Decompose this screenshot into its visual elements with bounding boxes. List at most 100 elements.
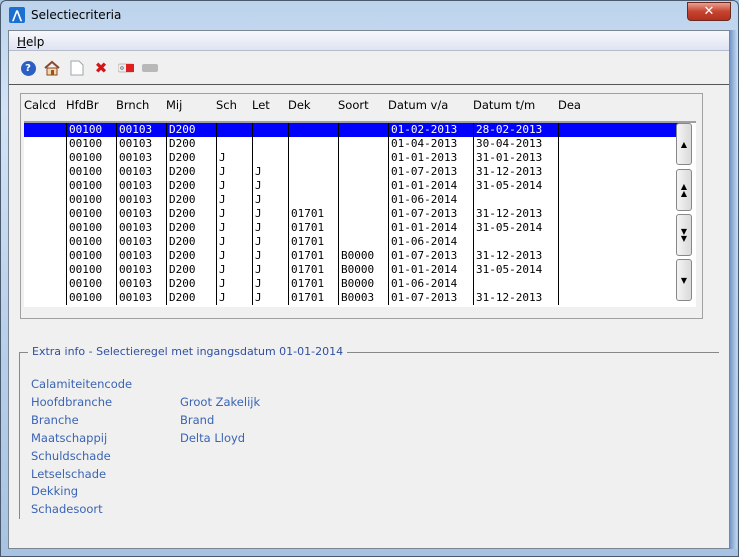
table-cell: J xyxy=(252,263,288,277)
column-header[interactable]: Datum t/m xyxy=(473,98,535,112)
table-cell xyxy=(24,151,66,165)
table-cell: 00103 xyxy=(116,207,166,221)
column-header[interactable]: Brnch xyxy=(116,98,149,112)
table-cell: 00100 xyxy=(66,207,116,221)
table-cell xyxy=(24,137,66,151)
table-row[interactable]: 00100 00103 D200 J J 01-06-2014 xyxy=(24,193,680,207)
table-cell: D200 xyxy=(166,179,216,193)
table-cell: 00100 xyxy=(66,249,116,263)
table-cell: 00100 xyxy=(66,137,116,151)
table-cell: 01701 xyxy=(288,263,338,277)
table-cell: D200 xyxy=(166,291,216,305)
column-header[interactable]: Calcd xyxy=(24,98,56,112)
table-cell xyxy=(252,151,288,165)
table-cell: 01-01-2014 xyxy=(388,179,473,193)
table-cell: J xyxy=(216,277,252,291)
close-button[interactable]: ✕ xyxy=(687,2,731,21)
table-row[interactable]: 00100 00103 D200 J J 01-01-2014 31-05-2014 xyxy=(24,179,680,193)
table-cell xyxy=(252,137,288,151)
table-cell xyxy=(24,235,66,249)
table-cell xyxy=(288,193,338,207)
column-header[interactable]: Let xyxy=(252,98,270,112)
table-row[interactable]: 00100 00103 D200 J J 01701 B0003 01-07-2013 31-1… xyxy=(24,291,680,305)
table-row[interactable]: 00100 00103 D200 J J 01701 01-07-2013 31-12-201… xyxy=(24,207,680,221)
table-cell: 31-12-2013 xyxy=(473,291,558,305)
table-cell xyxy=(558,235,680,249)
table-cell: 00103 xyxy=(116,249,166,263)
table-cell xyxy=(24,207,66,221)
table-cell: 01-01-2014 xyxy=(388,263,473,277)
table-cell xyxy=(216,123,252,137)
table-cell: 00100 xyxy=(66,221,116,235)
column-header[interactable]: HfdBr xyxy=(66,98,99,112)
table-cell xyxy=(558,165,680,179)
table-cell: J xyxy=(252,235,288,249)
column-header[interactable]: Datum v/a xyxy=(388,98,448,112)
table-row[interactable]: 00100 00103 D200 J J 01701 B0000 01-01-2014 31-0… xyxy=(24,263,680,277)
table-cell xyxy=(24,277,66,291)
page-down-button[interactable]: ▼ ▼ xyxy=(676,214,692,256)
table-cell xyxy=(338,165,388,179)
table-cell: 00100 xyxy=(66,151,116,165)
table-row[interactable]: 00100 00103 D200 J J 01701 B0000 01-06-2014 xyxy=(24,277,680,291)
table-cell: 01-06-2014 xyxy=(388,235,473,249)
column-header[interactable]: Dea xyxy=(558,98,581,112)
column-header[interactable]: Dek xyxy=(288,98,311,112)
table-row[interactable]: 00100 00103 D200 J J 01701 01-06-2014 xyxy=(24,235,680,249)
table-cell: 01701 xyxy=(288,277,338,291)
column-header[interactable]: Sch xyxy=(216,98,237,112)
table-cell: D200 xyxy=(166,235,216,249)
table-cell: 00100 xyxy=(66,277,116,291)
table-cell: J xyxy=(252,277,288,291)
column-header[interactable]: Soort xyxy=(338,98,369,112)
table-cell: 00100 xyxy=(66,235,116,249)
table-cell: J xyxy=(252,207,288,221)
column-header[interactable]: Mij xyxy=(166,98,182,112)
menu-help[interactable]: Help xyxy=(17,35,44,49)
table-row[interactable]: 00100 00103 D200 J J 01701 01-01-2014 31-05-201… xyxy=(24,221,680,235)
table-cell: 31-12-2013 xyxy=(473,165,558,179)
table-row[interactable]: 00100 00103 D200 01-04-2013 30-04-2013 xyxy=(24,137,680,151)
table-cell: 00100 xyxy=(66,123,116,137)
table-row[interactable]: 00100 00103 D200 01-02-2013 28-02-2013 xyxy=(24,123,680,137)
table-cell: D200 xyxy=(166,249,216,263)
table-cell: 00103 xyxy=(116,165,166,179)
table-cell: J xyxy=(252,179,288,193)
table-cell: 31-05-2014 xyxy=(473,179,558,193)
table-cell: 01701 xyxy=(288,291,338,305)
delete-icon[interactable]: ✖ xyxy=(93,59,109,77)
table-cell xyxy=(24,193,66,207)
toggle-on-icon[interactable] xyxy=(118,60,134,76)
help-icon[interactable]: ? xyxy=(20,60,36,76)
field-label: Schadesoort xyxy=(31,502,103,517)
table-row[interactable]: 00100 00103 D200 J 01-01-2013 31-01-2013 xyxy=(24,151,680,165)
table-cell: D200 xyxy=(166,151,216,165)
menu-bar: Help xyxy=(9,31,729,51)
double-arrow-down-icon: ▼ ▼ xyxy=(680,227,688,243)
table-cell: J xyxy=(216,235,252,249)
table-cell xyxy=(338,207,388,221)
table-cell xyxy=(338,221,388,235)
client-area: Help ? ✖ 00100 00103 D200 01-02-2013 28-02-2… xyxy=(8,30,730,549)
table-cell: J xyxy=(216,207,252,221)
table-cell xyxy=(338,137,388,151)
table-cell: D200 xyxy=(166,263,216,277)
new-document-icon[interactable] xyxy=(69,60,85,76)
table-cell: 31-01-2013 xyxy=(473,151,558,165)
page-up-button[interactable]: ▲ ▲ xyxy=(676,169,692,211)
table-cell: B0003 xyxy=(338,291,388,305)
extra-info-title: Extra info - Selectieregel met ingangsda… xyxy=(28,345,348,358)
table-cell: 00100 xyxy=(66,263,116,277)
table-row[interactable]: 00100 00103 D200 J J 01-07-2013 31-12-2013 xyxy=(24,165,680,179)
table-cell: 00103 xyxy=(116,221,166,235)
scroll-down-button[interactable]: ▼ xyxy=(676,259,692,301)
table-cell: B0000 xyxy=(338,277,388,291)
table-cell xyxy=(558,123,680,137)
table-cell: 00100 xyxy=(66,291,116,305)
table-row[interactable]: 00100 00103 D200 J J 01701 B0000 01-07-2013 31-1… xyxy=(24,249,680,263)
toggle-off-icon[interactable] xyxy=(142,60,158,76)
scroll-up-button[interactable]: ▲ xyxy=(676,123,692,165)
home-icon[interactable] xyxy=(44,60,60,76)
table-cell: J xyxy=(252,221,288,235)
table-cell: 31-12-2013 xyxy=(473,207,558,221)
